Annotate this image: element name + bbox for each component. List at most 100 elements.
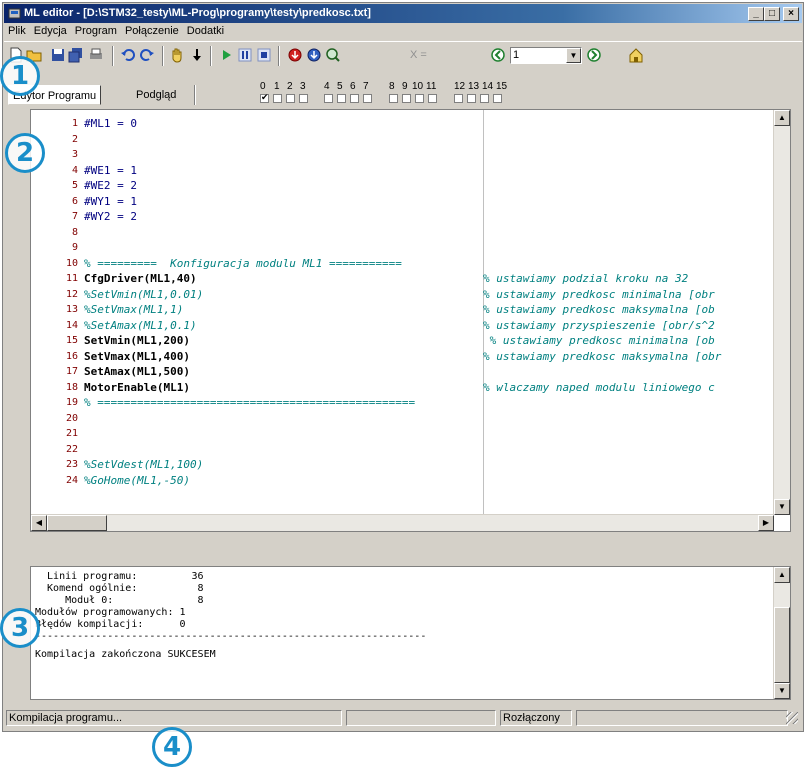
scroll-up-icon[interactable]: ▲	[774, 110, 790, 126]
menu-edycja[interactable]: Edycja	[30, 24, 71, 38]
vertical-scroll-thumb[interactable]	[774, 607, 790, 683]
channel-checkbox[interactable]	[415, 94, 424, 103]
download-blue-icon[interactable]	[306, 47, 322, 63]
record-red-icon[interactable]	[287, 47, 303, 63]
code-line: 13 %SetVmax(ML1,1) % ustawiamy predkosc ma…	[31, 302, 773, 317]
status-panel-right	[576, 710, 788, 726]
title-bar[interactable]: ML editor - [D:\STM32_testy\ML-Prog\prog…	[4, 4, 802, 23]
status-message: Kompilacja programu...	[6, 710, 342, 726]
scroll-right-icon[interactable]: ▶	[758, 515, 774, 531]
code-line: 14 %SetAmax(ML1,0.1) % ustawiamy przyspies…	[31, 318, 773, 333]
line-number: 16	[65, 350, 78, 362]
channel-checkbox[interactable]	[480, 94, 489, 103]
channel-checkbox[interactable]	[299, 94, 308, 103]
close-button[interactable]: ×	[783, 7, 799, 21]
channel-label: 6	[350, 81, 356, 92]
channel-label: 1	[274, 81, 280, 92]
status-bar-host: Kompilacja programu... Rozłączony	[2, 706, 804, 732]
output-line: Komend ogólnie: 8	[35, 583, 204, 594]
menu-program[interactable]: Program	[71, 24, 121, 38]
channel-checkbox[interactable]	[402, 94, 411, 103]
save-all-icon[interactable]	[68, 47, 84, 63]
scroll-up-icon[interactable]: ▲	[774, 567, 790, 583]
chevron-down-icon[interactable]: ▼	[566, 48, 581, 63]
scroll-down-icon[interactable]: ▼	[774, 683, 790, 699]
editor-horizontal-scrollbar[interactable]: ◀ ▶	[31, 514, 774, 531]
line-number: 11	[65, 273, 78, 284]
channel-label: 0	[260, 81, 266, 92]
code-line: 1 #ML1 = 0	[31, 116, 773, 131]
channel-checkbox[interactable]	[467, 94, 476, 103]
pause-icon[interactable]	[237, 47, 253, 63]
output-vertical-scrollbar[interactable]: ▲ ▼	[773, 567, 790, 699]
code-text: SetVmax(ML1,400)	[84, 349, 190, 363]
app-icon	[8, 8, 21, 19]
search-icon[interactable]	[325, 47, 341, 63]
scroll-down-icon[interactable]: ▼	[774, 499, 790, 515]
undo-icon[interactable]	[120, 47, 136, 63]
channel-checkbox[interactable]	[273, 94, 282, 103]
channel-checkbox[interactable]	[350, 94, 359, 103]
code-text: #WY1 = 1	[84, 194, 137, 208]
play-icon[interactable]	[218, 47, 234, 63]
hand-icon[interactable]	[169, 47, 185, 63]
step-down-icon[interactable]	[189, 47, 205, 63]
callout-badge: 2	[5, 133, 45, 173]
home-icon[interactable]	[628, 47, 644, 63]
callout-badge: 1	[0, 56, 40, 96]
code-editor[interactable]: 1 #ML1 = 0 2 3 4 #WE1 = 1 5 #WE2 = 2 6 #WY1 = 1 7 #…	[30, 109, 791, 532]
output-line: ----------------------------------------…	[35, 631, 427, 642]
code-text: %SetAmax(ML1,0.1)	[84, 318, 197, 332]
channel-checkbox[interactable]	[286, 94, 295, 103]
code-line: 19 % ====================================…	[31, 395, 773, 410]
code-line: 18 MotorEnable(ML1) % wlaczamy naped modul…	[31, 380, 773, 395]
line-number: 1	[71, 118, 78, 129]
channel-checkbox[interactable]	[363, 94, 372, 103]
code-line: 24 %GoHome(ML1,-50)	[31, 473, 773, 488]
menu-dodatki[interactable]: Dodatki	[183, 24, 228, 38]
code-comment: % ustawiamy predkosc minimalna [ob	[483, 334, 715, 347]
save-icon[interactable]	[50, 47, 66, 63]
channel-checkbox[interactable]	[428, 94, 437, 103]
code-text: #WE1 = 1	[84, 163, 137, 177]
line-number: 12	[65, 288, 78, 300]
channel-checkbox[interactable]: ✔	[260, 92, 269, 103]
resize-grip-icon[interactable]	[786, 712, 798, 724]
stop-icon[interactable]	[256, 47, 272, 63]
toolbar-separator	[278, 46, 280, 66]
menu-bar: Plik Edycja Program Połączenie Dodatki	[4, 24, 802, 40]
channel-checkbox[interactable]	[454, 94, 463, 103]
channel-checkbox[interactable]	[389, 94, 398, 103]
line-select[interactable]: 1 ▼	[510, 47, 582, 64]
tab-row: Edytor Programu Podgląd 0 1 2 3 4 5 6 7 …	[4, 69, 802, 109]
channel-checkbox[interactable]	[324, 94, 333, 103]
channel-checkbox[interactable]	[493, 94, 502, 103]
channel-label: 2	[287, 81, 293, 92]
editor-vertical-scrollbar[interactable]: ▲ ▼	[773, 110, 790, 515]
toolbar-separator	[112, 46, 114, 66]
minimize-button[interactable]: _	[748, 7, 764, 21]
compiler-output-panel[interactable]: Linii programu: 36 Komend ogólnie: 8 Mod…	[30, 566, 791, 700]
maximize-button[interactable]: □	[764, 7, 780, 21]
nav-back-icon[interactable]	[490, 47, 506, 63]
print-icon[interactable]	[88, 47, 104, 63]
redo-icon[interactable]	[139, 47, 155, 63]
menu-polaczenie[interactable]: Połączenie	[121, 24, 183, 38]
output-line: Linii programu: 36	[35, 571, 204, 582]
output-line: Moduł 0: 8	[35, 595, 204, 606]
code-line: 8	[31, 225, 773, 240]
line-number: 14	[65, 319, 78, 331]
code-line: 10 % ========= Konfiguracja modulu ML1 ==…	[31, 256, 773, 271]
menu-plik[interactable]: Plik	[4, 24, 30, 38]
channel-label: 12	[454, 81, 466, 92]
code-text: SetVmin(ML1,200)	[84, 334, 190, 347]
code-text: % ======================================…	[84, 396, 416, 409]
code-line: 21	[31, 426, 773, 441]
nav-forward-icon[interactable]	[586, 47, 602, 63]
scroll-left-icon[interactable]: ◀	[31, 515, 47, 531]
horizontal-scroll-thumb[interactable]	[47, 515, 107, 531]
channel-label: 7	[363, 81, 369, 92]
tab-preview[interactable]: Podgląd	[132, 85, 180, 105]
code-comment: % ustawiamy predkosc maksymalna [obr	[483, 349, 722, 363]
channel-checkbox[interactable]	[337, 94, 346, 103]
